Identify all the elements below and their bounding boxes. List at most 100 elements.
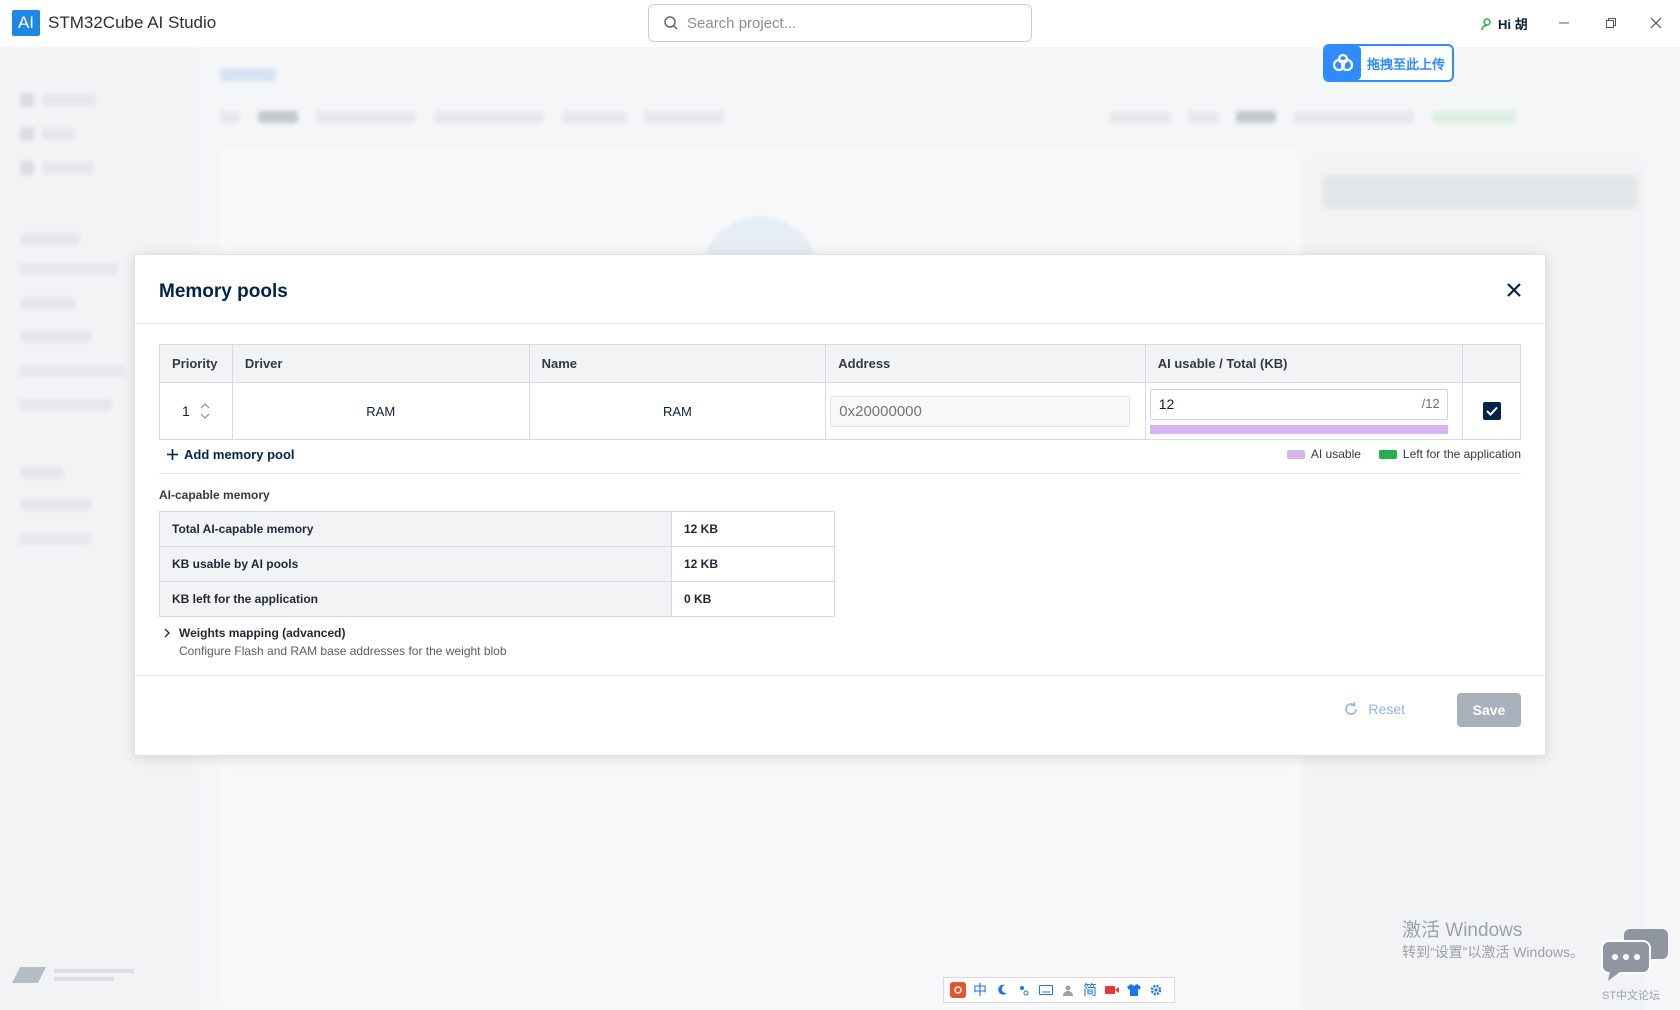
video-icon[interactable] <box>1104 982 1120 998</box>
address-input[interactable] <box>830 395 1131 427</box>
enabled-cell <box>1462 382 1521 440</box>
ai-capable-table: Total AI-capable memory 12 KB KB usable … <box>159 511 835 617</box>
sidebar-item <box>20 93 96 107</box>
app-logo: AI <box>12 10 40 36</box>
ai-usable-cell: /12 <box>1144 382 1464 440</box>
cloud-icon <box>1325 46 1361 80</box>
sidebar-item <box>20 331 92 343</box>
sidebar-section <box>20 233 80 248</box>
ime-toolbar: 中 简 <box>943 977 1175 1003</box>
moon-icon[interactable] <box>994 982 1010 998</box>
legend-swatch-app <box>1378 449 1397 459</box>
legend-label-app: Left for the application <box>1402 447 1521 461</box>
column-header-ai-usable: AI usable / Total (KB) <box>1144 344 1464 383</box>
ime-language-toggle[interactable]: 中 <box>972 982 988 998</box>
punctuation-icon[interactable] <box>1016 982 1032 998</box>
keyboard-icon[interactable] <box>1038 982 1054 998</box>
sidebar-item <box>20 263 118 275</box>
user-icon[interactable] <box>1060 982 1076 998</box>
user-icon <box>1481 17 1491 30</box>
dialog-footer: Reset Save <box>135 675 1545 757</box>
address-cell <box>825 382 1146 440</box>
breadcrumb <box>220 69 276 84</box>
skin-icon[interactable] <box>1126 982 1142 998</box>
priority-value: 1 <box>182 403 190 419</box>
priority-stepper[interactable] <box>200 402 210 420</box>
summary-label: Total AI-capable memory <box>159 511 672 547</box>
chat-bubble-icon[interactable] <box>1600 927 1672 983</box>
divider <box>159 473 1521 474</box>
weights-mapping-description: Configure Flash and RAM base addresses f… <box>179 644 507 658</box>
st-logo <box>12 967 134 983</box>
table-row: 1 RAM RAM /12 <box>159 382 1521 440</box>
ai-usable-input[interactable] <box>1149 388 1448 420</box>
sidebar-item <box>20 365 124 377</box>
table-header-row: Priority Driver Name Address AI usable /… <box>159 344 1521 383</box>
column-header-enabled <box>1462 344 1521 383</box>
title-bar: AI STM32Cube AI Studio Hi 胡 <box>0 0 1680 47</box>
sidebar-item <box>20 533 90 545</box>
plus-icon <box>167 449 178 460</box>
close-window-button[interactable] <box>1641 8 1671 38</box>
reset-button[interactable]: Reset <box>1342 700 1405 718</box>
restore-icon <box>1606 18 1616 28</box>
reset-label: Reset <box>1368 701 1405 717</box>
search-icon <box>664 16 678 30</box>
legend-label-ai: AI usable <box>1310 447 1361 461</box>
chevron-up-icon[interactable] <box>200 402 210 410</box>
search-input[interactable] <box>687 14 1007 32</box>
add-memory-pool-button[interactable]: Add memory pool <box>167 447 295 462</box>
summary-value: 0 KB <box>671 581 835 617</box>
sidebar-item <box>20 399 112 411</box>
save-button[interactable]: Save <box>1457 693 1521 727</box>
column-header-address: Address <box>825 344 1146 383</box>
activation-watermark-subtitle: 转到“设置”以激活 Windows。 <box>1402 944 1585 960</box>
table-row: KB left for the application 0 KB <box>159 581 835 617</box>
driver-cell: RAM <box>231 382 530 440</box>
summary-label: KB left for the application <box>159 581 672 617</box>
column-header-name: Name <box>528 344 827 383</box>
user-greeting: Hi 胡 <box>1498 17 1528 32</box>
simplified-chinese-toggle[interactable]: 简 <box>1082 982 1098 998</box>
weights-mapping-title: Weights mapping (advanced) <box>179 626 346 640</box>
weights-mapping-toggle[interactable]: Weights mapping (advanced) <box>163 626 507 640</box>
column-header-driver: Driver <box>231 344 530 383</box>
enabled-checkbox[interactable] <box>1482 402 1501 420</box>
upload-label: 拖拽至此上传 <box>1367 56 1446 72</box>
table-row: Total AI-capable memory 12 KB <box>159 511 835 547</box>
restore-button[interactable] <box>1596 8 1626 38</box>
priority-cell: 1 <box>159 382 233 440</box>
forum-label: ST中文论坛 <box>1602 990 1661 1002</box>
weights-mapping-section: Weights mapping (advanced) Configure Fla… <box>163 626 507 658</box>
memory-pool-table: Priority Driver Name Address AI usable /… <box>159 344 1521 440</box>
name-cell: RAM <box>528 382 827 440</box>
checkmark-icon <box>1485 406 1498 416</box>
dialog-close-button[interactable] <box>1503 279 1525 301</box>
sidebar-item <box>20 127 74 141</box>
reset-icon <box>1345 702 1358 715</box>
upload-badge[interactable]: 拖拽至此上传 <box>1323 44 1454 82</box>
summary-label: KB usable by AI pools <box>159 546 672 582</box>
minimize-icon <box>1559 22 1569 24</box>
dialog-title: Memory pools <box>159 281 288 302</box>
gear-icon[interactable] <box>1148 982 1164 998</box>
project-toolbar <box>220 102 1640 132</box>
ai-capable-title: AI-capable memory <box>159 488 270 502</box>
close-icon <box>1507 283 1521 297</box>
chevron-down-icon[interactable] <box>200 412 210 420</box>
minimize-button[interactable] <box>1549 8 1579 38</box>
sidebar-item <box>20 499 92 511</box>
chevron-right-icon <box>164 628 170 638</box>
run-button <box>1322 175 1638 209</box>
total-kb-label: /12 <box>1421 395 1440 411</box>
memory-legend: AI usable Left for the application <box>1286 447 1521 461</box>
user-menu[interactable]: Hi 胡 <box>1480 14 1528 33</box>
sidebar-item <box>20 161 94 175</box>
table-row: KB usable by AI pools 12 KB <box>159 546 835 582</box>
legend-swatch-ai <box>1286 449 1305 459</box>
summary-value: 12 KB <box>671 546 835 582</box>
sogou-icon[interactable] <box>950 982 966 998</box>
add-memory-pool-label: Add memory pool <box>184 447 295 462</box>
column-header-priority: Priority <box>159 344 233 383</box>
search-box[interactable] <box>648 4 1032 42</box>
